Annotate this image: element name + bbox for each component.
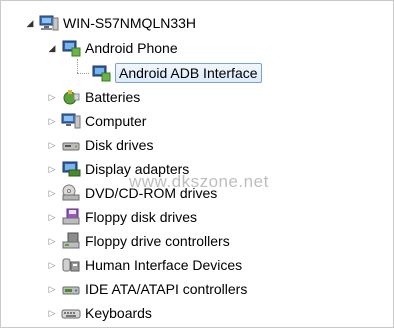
disk-drive-icon [61,136,81,154]
tree-node-computer[interactable]: ▷ Computer [47,110,147,132]
floppy-controller-icon [61,232,81,250]
tree-node-floppy-disk-drives[interactable]: ▷ Floppy disk drives [47,206,197,228]
expand-arrow-icon[interactable]: ▷ [47,260,57,270]
tree-node-label: Android ADB Interface [115,63,262,83]
tree-node-keyboards[interactable]: ▷ Keyboards [47,302,152,324]
tree-node-label: Disk drives [85,137,154,153]
dvd-drive-icon [61,184,81,202]
tree-node-label: Android Phone [85,40,178,56]
expand-arrow-icon[interactable]: ▷ [47,308,57,318]
expand-arrow-icon[interactable]: ▷ [47,92,57,102]
expand-arrow-icon[interactable]: ▷ [47,116,57,126]
tree-node-label: Human Interface Devices [85,257,243,273]
computer-icon [61,112,81,130]
tree-node-label: Floppy disk drives [85,209,198,225]
expand-arrow-icon[interactable]: ▷ [47,236,57,246]
battery-icon [61,88,81,106]
expand-arrow-icon[interactable]: ▷ [47,212,57,222]
tree-connector [77,59,78,73]
android-phone-icon [61,39,81,57]
expand-arrow-icon[interactable]: ▷ [47,188,57,198]
expand-arrow-icon[interactable]: ▷ [47,164,57,174]
display-adapter-icon [61,160,81,178]
keyboard-icon [61,304,81,322]
computer-icon [39,14,59,32]
watermark: www.dkszone.net [129,172,269,191]
tree-node-android-adb-interface[interactable]: Android ADB Interface [91,62,262,84]
tree-node-label: Batteries [85,89,141,105]
tree-node-label: Keyboards [85,305,152,321]
tree-node-android-phone[interactable]: ◢ Android Phone [47,37,178,59]
expand-arrow-icon[interactable]: ▷ [47,140,57,150]
expand-arrow-icon[interactable]: ◢ [25,18,35,28]
tree-node-disk-drives[interactable]: ▷ Disk drives [47,134,154,156]
tree-node-human-interface-devices[interactable]: ▷ Human Interface Devices [47,254,243,276]
device-manager-tree: ◢ WIN-S57NMQLN33H ◢ Android Phone Androi… [0,0,394,328]
tree-node-label: IDE ATA/ATAPI controllers [85,281,248,297]
expand-arrow-icon[interactable]: ▷ [47,284,57,294]
hid-icon [61,256,81,274]
adb-interface-icon [91,64,111,82]
tree-node-ide-ata-atapi-controllers[interactable]: ▷ IDE ATA/ATAPI controllers [47,278,248,300]
tree-node-label: WIN-S57NMQLN33H [63,15,197,31]
tree-node-floppy-drive-controllers[interactable]: ▷ Floppy drive controllers [47,230,230,252]
tree-connector [77,73,89,74]
tree-node-root[interactable]: ◢ WIN-S57NMQLN33H [25,12,197,34]
tree-node-label: Computer [85,113,147,129]
expand-arrow-icon[interactable]: ◢ [47,43,57,53]
ide-controller-icon [61,280,81,298]
tree-node-label: Floppy drive controllers [85,233,230,249]
floppy-disk-icon [61,208,81,226]
tree-node-batteries[interactable]: ▷ Batteries [47,86,141,108]
